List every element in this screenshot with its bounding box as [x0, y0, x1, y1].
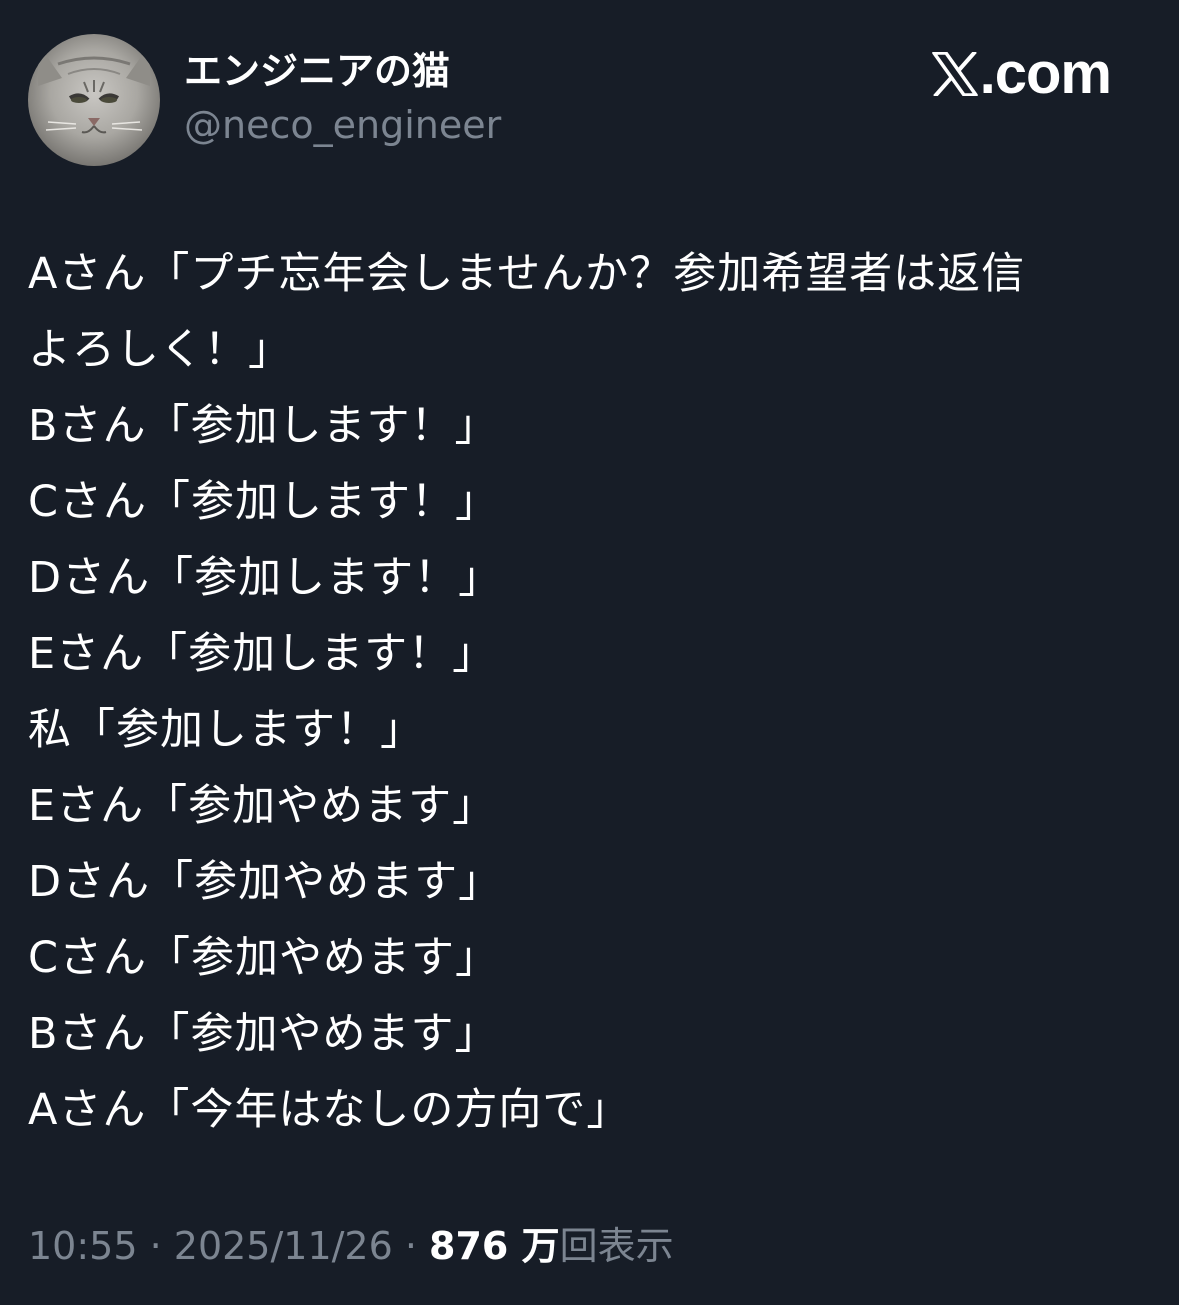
meta-separator: ·: [392, 1224, 430, 1268]
tweet-line: Eさん「参加やめます」: [28, 781, 497, 831]
tweet-line: Aさん「プチ忘年会しませんか？参加希望者は返信: [28, 249, 1026, 299]
author-handle[interactable]: @neco_engineer: [184, 102, 501, 148]
tweet-time[interactable]: 10:55: [28, 1224, 138, 1268]
tweet-line: Cさん「参加します！」: [28, 477, 500, 527]
tweet-line: Bさん「参加します！」: [28, 401, 499, 451]
tweet-date[interactable]: 2025/11/26: [174, 1224, 393, 1268]
tweet-line: Aさん「今年はなしの方向で」: [28, 1085, 631, 1135]
tweet-line: 私「参加します！」: [28, 705, 424, 755]
x-logo-icon: [931, 52, 978, 96]
tweet-meta: 10:55 · 2025/11/26 · 876 万回表示: [28, 1218, 674, 1274]
brand-domain: .com: [979, 41, 1112, 106]
author-name[interactable]: エンジニアの猫: [184, 48, 450, 94]
cat-face-icon: [28, 34, 160, 166]
tweet-line: Dさん「参加やめます」: [28, 857, 503, 907]
tweet-line: Eさん「参加します！」: [28, 629, 497, 679]
views-label: 回表示: [559, 1224, 674, 1268]
tweet-line: Bさん「参加やめます」: [28, 1009, 499, 1059]
x-com-logo: .com: [931, 41, 1112, 106]
tweet-line: よろしく！」: [28, 325, 292, 375]
tweet-text: Aさん「プチ忘年会しませんか？参加希望者は返信 よろしく！」 Bさん「参加します…: [28, 236, 1138, 1148]
meta-separator: ·: [137, 1224, 174, 1268]
cat-avatar[interactable]: [28, 34, 160, 166]
views-count[interactable]: 876 万: [429, 1224, 560, 1268]
tweet-header: エンジニアの猫 @neco_engineer .com: [28, 34, 1151, 166]
tweet-line: Dさん「参加します！」: [28, 553, 503, 603]
tweet-line: Cさん「参加やめます」: [28, 933, 500, 983]
